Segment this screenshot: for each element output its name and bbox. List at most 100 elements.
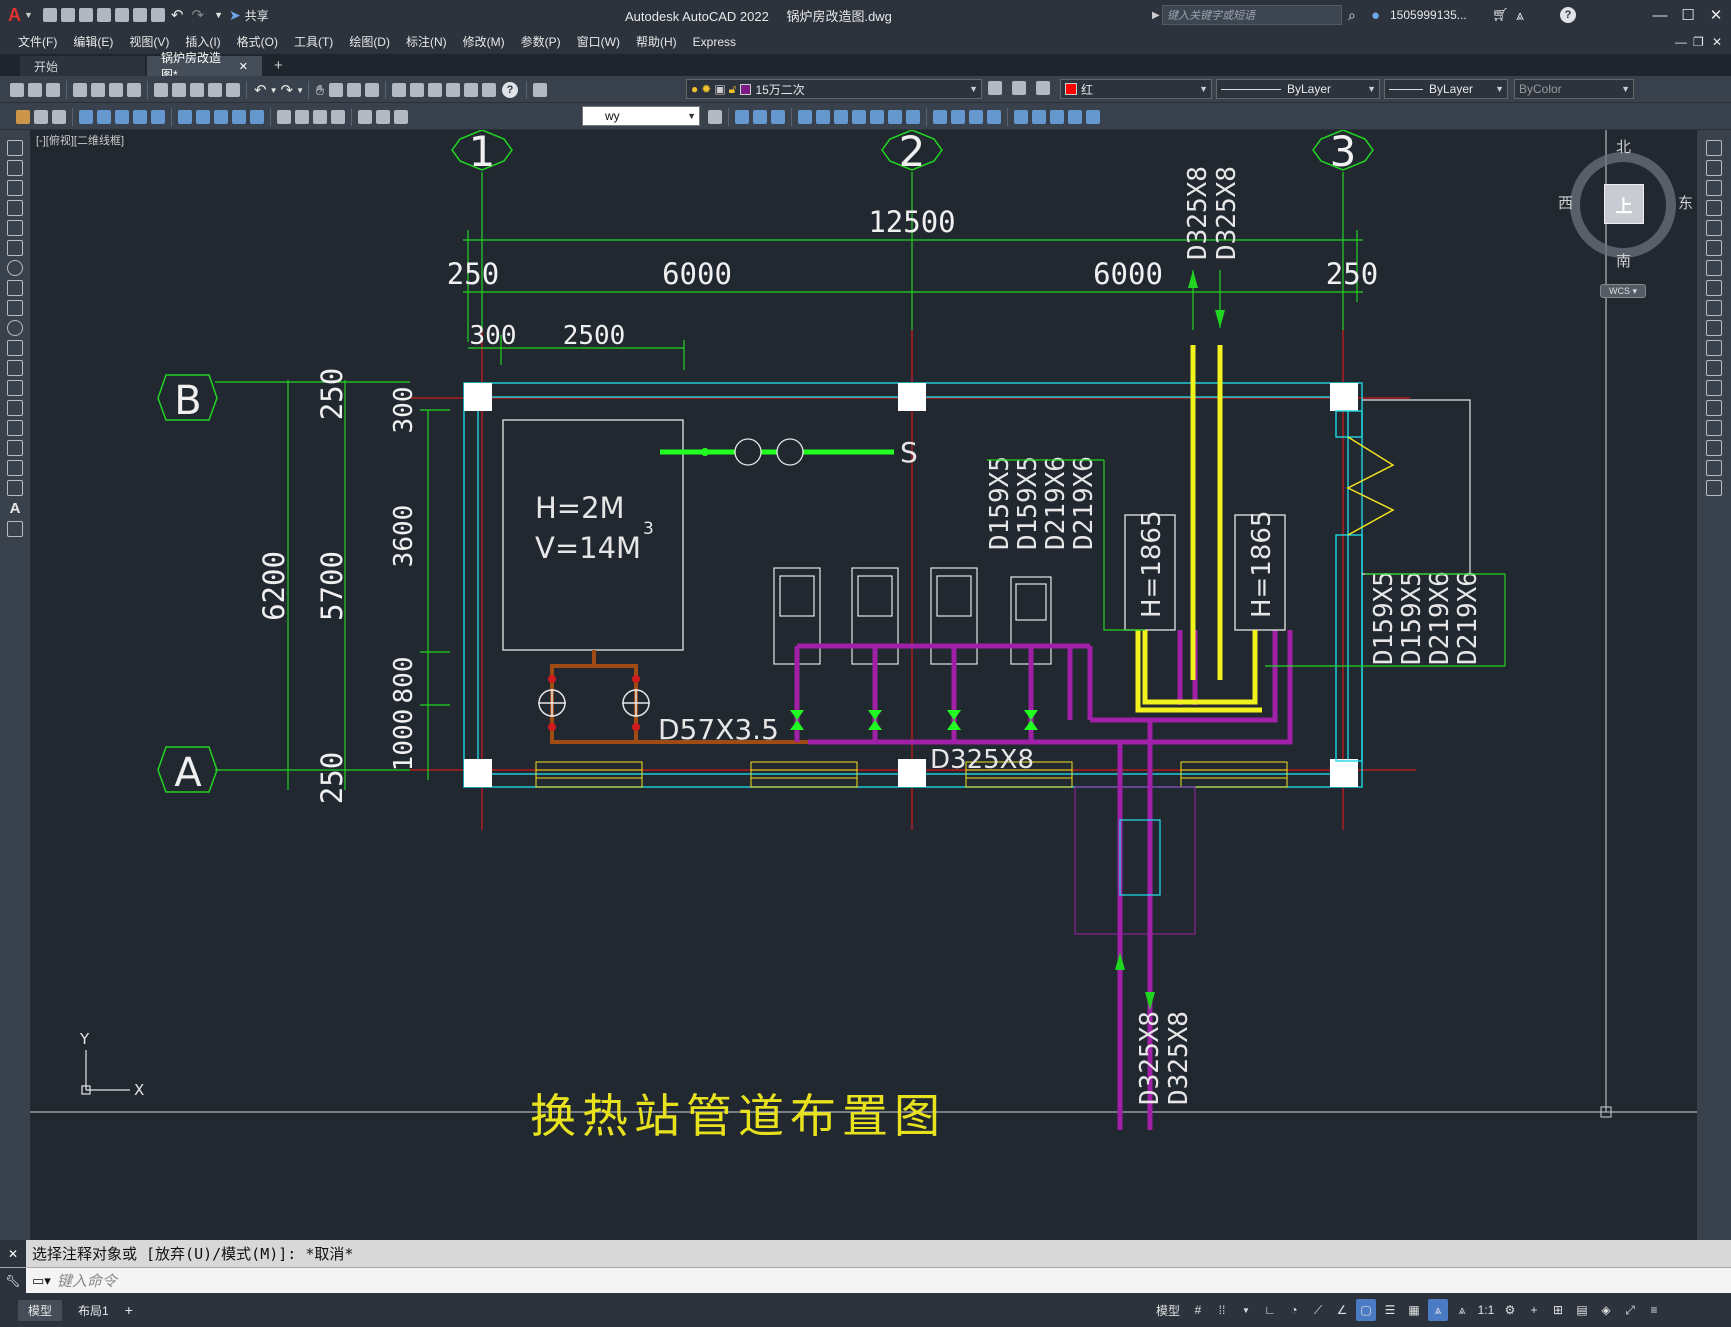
menu-tools[interactable]: 工具(T) xyxy=(286,30,341,54)
dim-style-icon[interactable] xyxy=(708,110,722,124)
zoom-realtime-icon[interactable] xyxy=(328,83,343,97)
ellipse-arc-tool-icon[interactable] xyxy=(7,340,23,356)
fullscreen-icon[interactable]: ⤢ xyxy=(1620,1299,1640,1321)
fillet-tool-icon[interactable] xyxy=(1706,440,1722,456)
xline-tool-icon[interactable] xyxy=(7,160,23,176)
3d-print-icon[interactable] xyxy=(127,83,141,97)
compass-west[interactable]: 西 xyxy=(1558,192,1573,213)
break-tool-icon[interactable] xyxy=(1706,380,1722,396)
dim-ordinate-icon[interactable] xyxy=(79,110,93,124)
dim-update-icon[interactable] xyxy=(394,110,408,124)
undo-toolbar-icon[interactable]: ↶ xyxy=(254,81,267,99)
customize-statusbar-icon[interactable]: ≡ xyxy=(1644,1299,1664,1321)
dim-continue-icon[interactable] xyxy=(214,110,228,124)
quick-dim-icon[interactable] xyxy=(178,110,192,124)
menu-format[interactable]: 格式(O) xyxy=(229,30,286,54)
chevron-down-icon[interactable]: ▼ xyxy=(1199,84,1208,94)
share-icon[interactable]: ➤ xyxy=(229,7,241,24)
wcs-menu[interactable]: WCS ▾ xyxy=(1600,284,1646,298)
units-icon[interactable]: ⊞ xyxy=(1548,1299,1568,1321)
open-file-icon[interactable] xyxy=(60,8,75,22)
break-at-point-icon[interactable] xyxy=(1706,360,1722,376)
rectangle-tool-icon[interactable] xyxy=(7,220,23,236)
stretch-icon[interactable] xyxy=(870,110,884,124)
undo-icon[interactable]: ↶ xyxy=(171,6,184,24)
color-dropdown[interactable]: 红 ▼ xyxy=(1060,79,1212,99)
tab-start[interactable]: 开始 xyxy=(20,56,145,76)
layer-viewport-icon[interactable]: ▣ xyxy=(714,82,725,96)
lineweight-dropdown[interactable]: ByLayer ▼ xyxy=(1384,79,1508,99)
mtext-tool-icon[interactable]: A xyxy=(0,500,30,517)
save-icon[interactable] xyxy=(78,8,93,22)
fillet-icon[interactable] xyxy=(987,110,1001,124)
tool-palettes-icon[interactable] xyxy=(427,83,442,97)
rotate-icon[interactable] xyxy=(834,110,848,124)
center-mark-icon[interactable] xyxy=(295,110,309,124)
block-icon[interactable] xyxy=(1086,110,1100,124)
viewcube-top-face[interactable]: 上 xyxy=(1604,184,1644,224)
scale-tool-icon[interactable] xyxy=(1706,280,1722,296)
add-layout-icon[interactable]: + xyxy=(125,1302,133,1318)
layer-thaw-icon[interactable]: ✹ xyxy=(701,82,711,96)
publish-icon[interactable] xyxy=(114,8,129,22)
redo-dropdown-icon[interactable]: ▼ xyxy=(296,86,304,95)
dim-angular-icon[interactable] xyxy=(151,110,165,124)
recent-commands-icon[interactable]: ▭▾ xyxy=(32,1273,51,1289)
design-center-icon[interactable] xyxy=(409,83,424,97)
block-editor-icon[interactable] xyxy=(226,83,240,97)
qat-dropdown-icon[interactable]: ▼ xyxy=(214,10,223,20)
app-menu-arrow-icon[interactable]: ▼ xyxy=(24,10,33,20)
menu-dimension[interactable]: 标注(N) xyxy=(398,30,455,54)
close-command-icon[interactable]: ✕ xyxy=(8,1247,18,1261)
pan-icon[interactable]: ✋︎ xyxy=(316,82,324,99)
dim-text-edit-icon[interactable] xyxy=(376,110,390,124)
text-style-dropdown[interactable]: wy ▼ xyxy=(582,106,700,126)
app-logo[interactable]: A xyxy=(8,5,22,26)
join-icon[interactable] xyxy=(951,110,965,124)
move-tool-icon[interactable] xyxy=(1706,240,1722,256)
qnew-icon[interactable] xyxy=(10,83,24,97)
add-selected-icon[interactable] xyxy=(7,521,23,537)
table-tool-icon[interactable] xyxy=(7,480,23,496)
maximize-button[interactable]: ☐ xyxy=(1674,6,1702,24)
user-account[interactable]: 1505999135... xyxy=(1390,8,1467,22)
menu-draw[interactable]: 绘图(D) xyxy=(341,30,398,54)
search-icon[interactable]: ⌕ xyxy=(1348,7,1356,24)
publish-toolbar-icon[interactable] xyxy=(109,83,123,97)
search-input[interactable]: 键入关键字或短语 xyxy=(1167,7,1255,23)
zoom-window-icon[interactable] xyxy=(346,83,361,97)
dim-baseline-icon[interactable] xyxy=(196,110,210,124)
grid-display-icon[interactable]: # xyxy=(1188,1299,1208,1321)
layer-properties-icon[interactable] xyxy=(532,83,547,97)
plot-toolbar-icon[interactable] xyxy=(73,83,87,97)
dim-jogged-icon[interactable] xyxy=(115,110,129,124)
redo-toolbar-icon[interactable]: ↷ xyxy=(281,81,294,99)
object-snap-icon[interactable]: ▢ xyxy=(1356,1299,1377,1321)
join-tool-icon[interactable] xyxy=(1706,400,1722,416)
isodraft-icon[interactable]: ⟋ xyxy=(1308,1299,1328,1321)
chevron-down-icon[interactable]: ▼ xyxy=(687,111,696,121)
spline-tool-icon[interactable] xyxy=(7,300,23,316)
doc-restore-button[interactable]: ❐ xyxy=(1693,35,1704,49)
region-tool-icon[interactable] xyxy=(7,460,23,476)
command-input[interactable]: 键入命令 xyxy=(57,1270,117,1291)
viewcube[interactable]: 上 北 南 西 东 WCS ▾ xyxy=(1558,139,1693,298)
plot-icon[interactable] xyxy=(132,8,147,22)
group-icon[interactable] xyxy=(1050,110,1064,124)
snap-dropdown-icon[interactable]: ▼ xyxy=(1236,1299,1256,1321)
layer-previous-icon[interactable] xyxy=(1012,81,1026,95)
make-block-icon[interactable] xyxy=(7,380,23,396)
draworder-icon[interactable] xyxy=(1032,110,1046,124)
dim-space-icon[interactable] xyxy=(232,110,246,124)
customize-command-icon[interactable]: 🔧︎ xyxy=(0,1267,26,1294)
tolerance-icon[interactable] xyxy=(277,110,291,124)
help-icon[interactable]: ? xyxy=(1560,7,1576,23)
save-as-icon[interactable] xyxy=(96,8,111,22)
autodesk-app-icon[interactable]: ⩓ xyxy=(1516,7,1524,24)
point-tool-icon[interactable] xyxy=(7,400,23,416)
close-tab-icon[interactable]: ✕ xyxy=(239,60,248,73)
object-snap-tracking-icon[interactable]: ∠ xyxy=(1332,1299,1352,1321)
array-tool-icon[interactable] xyxy=(1706,220,1722,236)
help-toolbar-icon[interactable]: ? xyxy=(501,82,518,98)
menu-window[interactable]: 窗口(W) xyxy=(569,30,628,54)
